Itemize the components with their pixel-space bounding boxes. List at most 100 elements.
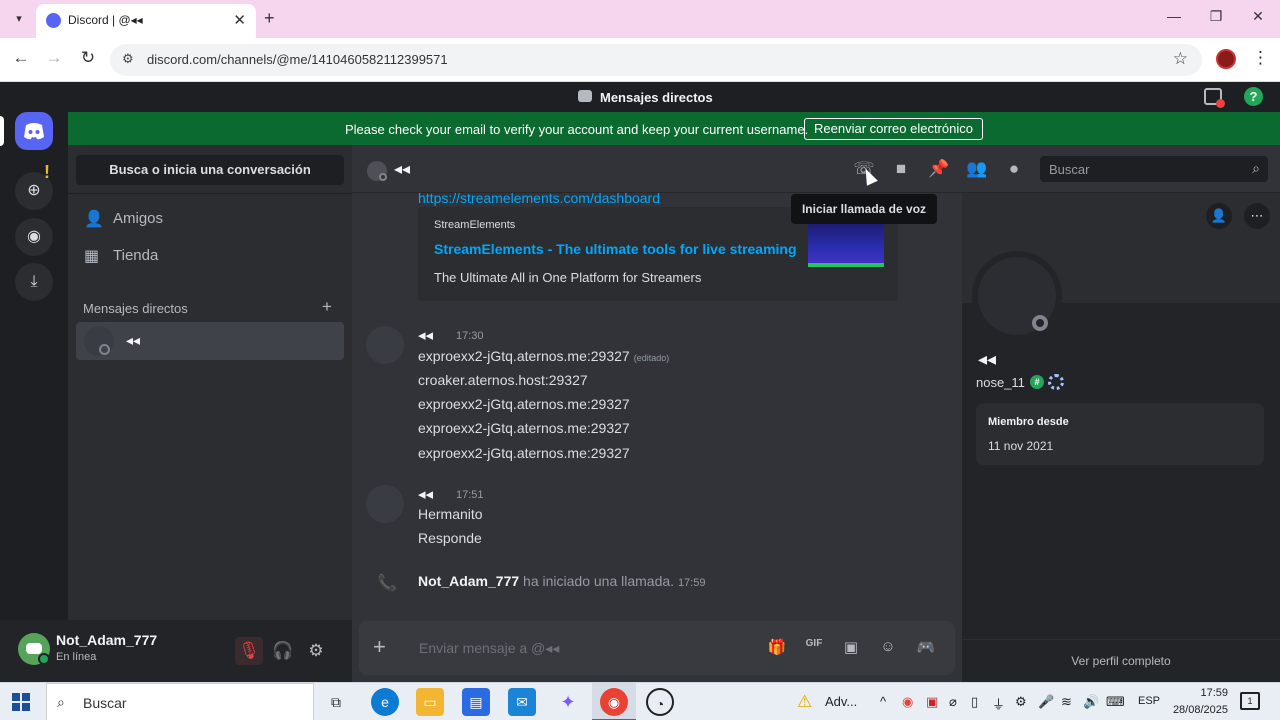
verify-email-banner: Please check your email to verify your a… xyxy=(68,112,1280,146)
video-call-icon[interactable]: ■ xyxy=(889,159,913,181)
taskbar-search-box[interactable]: ⌕ Buscar xyxy=(46,683,314,720)
tray-mic-icon[interactable]: 🎤 xyxy=(1038,694,1054,710)
browser-tabbar: ▾ Discord | @◂◂ ✕ + — ❐ ✕ xyxy=(0,0,1280,38)
quest-badge-icon[interactable] xyxy=(1048,374,1064,390)
help-icon[interactable]: ? xyxy=(1244,87,1263,106)
user-profile-toggle-icon[interactable]: ● xyxy=(1002,159,1026,181)
pinned-messages-icon[interactable]: 📌 xyxy=(927,159,951,181)
message-composer[interactable]: + Enviar mensaje a @◂◂ 🎁 GIF ▣ ☺ 🎮 xyxy=(359,621,955,675)
add-friend-icon[interactable]: 👤 xyxy=(1206,203,1232,229)
browser-profile-avatar[interactable] xyxy=(1216,49,1236,69)
clock-date[interactable]: 28/08/2025 xyxy=(1166,704,1228,716)
reload-icon[interactable]: ↻ xyxy=(77,48,99,68)
close-tab-icon[interactable]: ✕ xyxy=(233,11,246,29)
more-options-icon[interactable]: ⋯ xyxy=(1244,203,1270,229)
resend-email-button[interactable]: Reenviar correo electrónico xyxy=(804,118,983,140)
task-view-icon[interactable]: ⧉ xyxy=(322,688,350,716)
browser-menu-icon[interactable]: ⋮ xyxy=(1252,48,1269,68)
download-apps-icon[interactable]: ⤓ xyxy=(15,263,53,301)
gift-icon[interactable]: 🎁 xyxy=(766,638,788,658)
tray-usb-icon[interactable]: ⏚ xyxy=(992,694,1005,713)
tray-volume-icon[interactable]: 🔊 xyxy=(1083,694,1099,710)
mail-icon[interactable]: ✉ xyxy=(508,688,536,716)
tray-wifi-icon[interactable]: ≋ xyxy=(1061,694,1072,710)
new-tab-icon[interactable]: + xyxy=(264,8,275,29)
sticker-icon[interactable]: ▣ xyxy=(840,638,862,658)
back-icon[interactable]: ← xyxy=(10,48,32,68)
rail-selected-indicator xyxy=(0,116,4,146)
tray-battery-icon[interactable]: ▯ xyxy=(971,694,978,710)
message-input-placeholder: Enviar mensaje a @◂◂ xyxy=(419,640,560,656)
call-user[interactable]: Not_Adam_777 xyxy=(418,573,519,589)
copilot-icon[interactable]: ✦ xyxy=(554,688,582,716)
bookmark-star-icon[interactable]: ☆ xyxy=(1173,49,1188,69)
tray-keyboard-icon[interactable]: ⌨ xyxy=(1106,694,1125,710)
profile-avatar[interactable] xyxy=(972,251,1062,341)
server-rail: ⊕ ! ◉ ⤓ xyxy=(0,112,68,682)
headphones-icon[interactable]: 🎧 xyxy=(269,637,297,665)
input-language[interactable]: ESP xyxy=(1138,695,1160,707)
tray-chrome-icon[interactable]: ◉ xyxy=(902,694,913,710)
mic-muted-icon[interactable]: 🎙 xyxy=(235,637,263,665)
message-line: Hermanito xyxy=(418,506,483,522)
sidebar-item-shop[interactable]: ▦ Tienda xyxy=(76,237,344,273)
warning-triangle-icon[interactable]: ⚠ xyxy=(797,692,812,712)
recording-app-icon[interactable]: ◔ xyxy=(646,688,674,716)
message-avatar[interactable] xyxy=(366,326,404,364)
restore-icon[interactable]: ❐ xyxy=(1206,8,1226,25)
message-list[interactable]: https://streamelements.com/dashboard Str… xyxy=(352,193,962,682)
message-line: croaker.aternos.host:29327 xyxy=(418,372,588,388)
inbox-icon[interactable] xyxy=(1204,88,1225,108)
tab-search-chevron-icon[interactable]: ▾ xyxy=(8,8,30,30)
taskbar-warning-label[interactable]: Adv... xyxy=(825,694,857,709)
message-author[interactable]: ◂◂ xyxy=(418,326,433,344)
edge-browser-icon[interactable]: e xyxy=(371,688,399,716)
discord-home-button[interactable] xyxy=(15,112,53,150)
ms-store-icon[interactable]: ▤ xyxy=(462,688,490,716)
clock-time[interactable]: 17:59 xyxy=(1166,687,1228,699)
tray-device-icon[interactable]: ⚙ xyxy=(1015,694,1027,710)
tab-title: Discord | @◂◂ xyxy=(68,13,143,27)
minimize-icon[interactable]: — xyxy=(1164,8,1184,24)
find-conversation-button[interactable]: Busca o inicia una conversación xyxy=(76,155,344,185)
message-link[interactable]: https://streamelements.com/dashboard xyxy=(418,193,660,206)
message-line: Responde xyxy=(418,530,482,546)
notification-center-icon[interactable]: 1 xyxy=(1240,692,1260,710)
browser-tab[interactable]: Discord | @◂◂ ✕ xyxy=(36,4,256,38)
forward-icon[interactable]: → xyxy=(43,48,65,68)
sidebar-item-friends[interactable]: 👤 Amigos xyxy=(76,200,344,236)
chrome-icon[interactable]: ◉ xyxy=(600,688,628,716)
chat-search-input[interactable]: Buscar ⌕ xyxy=(1040,156,1268,182)
user-panel: Not_Adam_777 En línea 🎙 🎧 ⚙ xyxy=(0,620,352,682)
tray-app-icon[interactable]: ▣ xyxy=(926,694,938,710)
gif-icon[interactable]: GIF xyxy=(803,638,825,658)
settings-gear-icon[interactable]: ⚙ xyxy=(302,637,330,665)
view-full-profile-button[interactable]: Ver perfil completo xyxy=(962,639,1280,682)
embed-thumbnail[interactable] xyxy=(808,221,884,267)
create-dm-icon[interactable]: + xyxy=(322,297,332,317)
embed-title[interactable]: StreamElements - The ultimate tools for … xyxy=(434,241,797,257)
chat-header: ◂◂ ☏ ■ 📌 👥 ● Buscar ⌕ xyxy=(352,145,1280,193)
discover-compass-icon[interactable]: ◉ xyxy=(15,218,53,256)
tray-network-off-icon[interactable]: ⌀ xyxy=(949,694,957,710)
chat-recipient-name[interactable]: ◂◂ xyxy=(394,159,410,179)
file-explorer-icon[interactable]: ▭ xyxy=(416,688,444,716)
emoji-icon[interactable]: ☺ xyxy=(877,638,899,658)
tray-expand-icon[interactable]: ^ xyxy=(880,694,886,709)
message-avatar[interactable] xyxy=(366,485,404,523)
message-author[interactable]: ◂◂ xyxy=(418,485,433,503)
member-since-card: Miembro desde 11 nov 2021 xyxy=(976,403,1264,465)
activities-gamepad-icon[interactable]: 🎮 xyxy=(915,638,937,658)
attach-plus-icon[interactable]: + xyxy=(373,634,386,660)
message-line-text: exproexx2-jGtq.aternos.me:29327 xyxy=(418,348,630,364)
dm-section-header: Mensajes directos xyxy=(83,301,188,316)
close-window-icon[interactable]: ✕ xyxy=(1248,8,1268,25)
windows-start-icon[interactable] xyxy=(12,693,30,711)
discord-favicon-icon xyxy=(46,13,61,28)
address-bar[interactable]: ⚙ discord.com/channels/@me/1410460582112… xyxy=(110,44,1202,76)
url-text: discord.com/channels/@me/141046058211239… xyxy=(147,52,448,67)
site-info-icon[interactable]: ⚙ xyxy=(122,51,134,67)
add-friends-to-dm-icon[interactable]: 👥 xyxy=(965,159,989,181)
dm-list-item[interactable]: ◂◂ xyxy=(76,322,344,360)
hashtag-badge-icon[interactable]: # xyxy=(1030,375,1044,389)
